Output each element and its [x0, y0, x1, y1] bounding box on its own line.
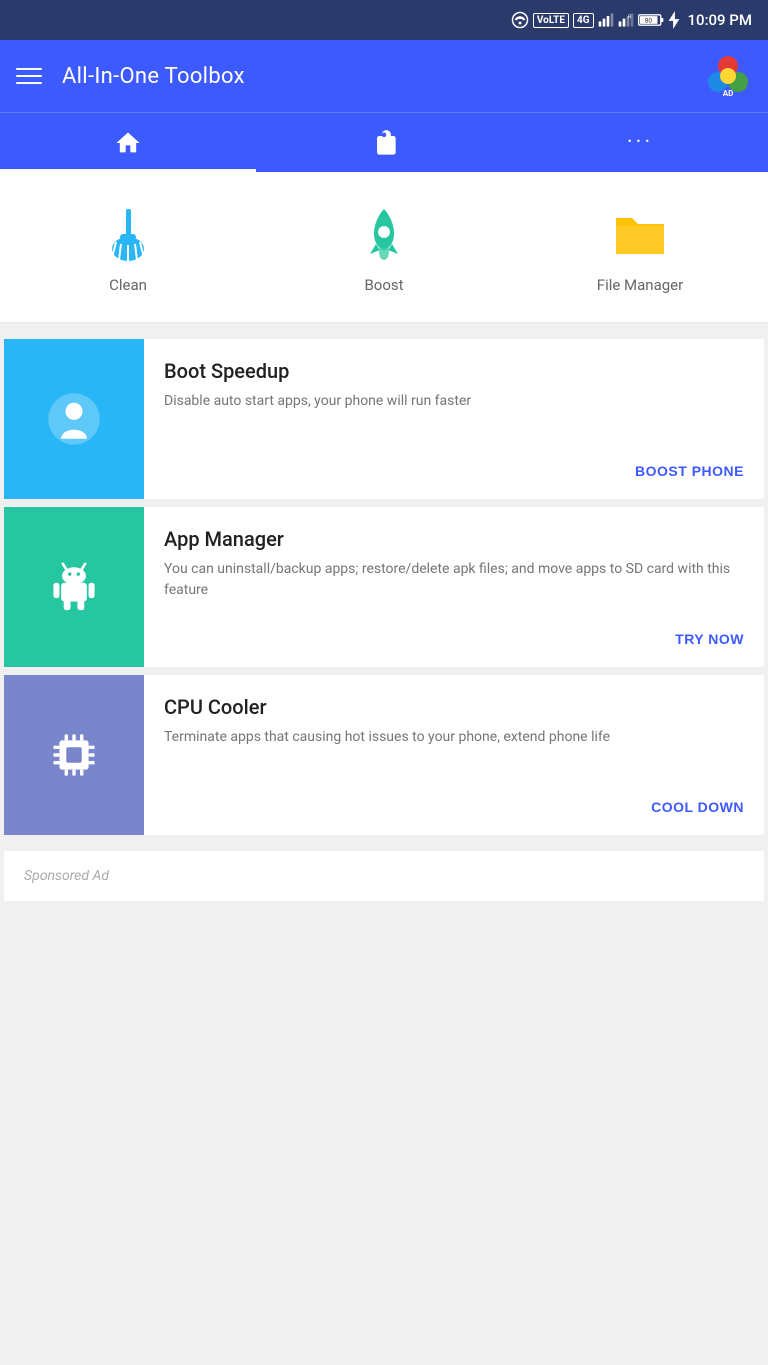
svg-text:80: 80	[644, 17, 652, 25]
app-manager-card: App Manager You can uninstall/backup app…	[4, 507, 764, 667]
signal-r-icon: R	[618, 12, 634, 28]
boot-speedup-action: BOOST PHONE	[164, 459, 744, 483]
nav-tabs: ···	[0, 112, 768, 172]
app-manager-icon-bg[interactable]	[4, 507, 144, 667]
svg-text:AD: AD	[723, 89, 734, 98]
cpu-cooler-title: CPU Cooler	[164, 695, 744, 719]
toolbar: All-In-One Toolbox AD	[0, 40, 768, 112]
tab-more[interactable]: ···	[512, 113, 768, 172]
cpu-cooler-icon	[44, 725, 104, 785]
try-now-button[interactable]: TRY NOW	[675, 627, 744, 651]
pinwheel-svg: AD	[706, 54, 750, 98]
cards-container: Boot Speedup Disable auto start apps, yo…	[0, 323, 768, 851]
boost-icon-container	[352, 202, 416, 266]
wifi-icon	[511, 11, 529, 29]
app-manager-title: App Manager	[164, 527, 744, 551]
boot-speedup-content: Boot Speedup Disable auto start apps, yo…	[144, 339, 764, 499]
quick-action-clean[interactable]: Clean	[0, 202, 256, 294]
4g-badge: 4G	[573, 13, 594, 28]
boot-speedup-icon-bg[interactable]	[4, 339, 144, 499]
cpu-cooler-content: CPU Cooler Terminate apps that causing h…	[144, 675, 764, 835]
battery-icon: 80	[638, 12, 664, 28]
quick-action-file-manager[interactable]: File Manager	[512, 202, 768, 294]
quick-actions: Clean Boost File Manager	[0, 172, 768, 323]
boost-phone-button[interactable]: BOOST PHONE	[635, 459, 744, 483]
ad-icon[interactable]: AD	[704, 52, 752, 100]
status-time: 10:09 PM	[688, 11, 752, 29]
file-manager-icon-container	[608, 202, 672, 266]
quick-action-boost[interactable]: Boost	[256, 202, 512, 294]
cpu-cooler-icon-bg[interactable]	[4, 675, 144, 835]
file-manager-label: File Manager	[597, 276, 683, 294]
app-title: All-In-One Toolbox	[62, 64, 704, 89]
app-manager-action: TRY NOW	[164, 627, 744, 651]
status-bar: VoLTE 4G R 80 10:09 PM	[0, 0, 768, 40]
home-icon	[114, 129, 142, 157]
more-dots: ···	[627, 130, 653, 155]
volte-badge: VoLTE	[533, 13, 569, 28]
file-manager-icon	[610, 204, 670, 264]
boot-speedup-description: Disable auto start apps, your phone will…	[164, 391, 744, 412]
cpu-cooler-description: Terminate apps that causing hot issues t…	[164, 727, 744, 748]
boot-speedup-card: Boot Speedup Disable auto start apps, yo…	[4, 339, 764, 499]
charging-icon	[668, 11, 680, 29]
signal-icon	[598, 12, 614, 28]
clean-icon-container	[96, 202, 160, 266]
app-manager-description: You can uninstall/backup apps; restore/d…	[164, 559, 744, 601]
boost-icon	[354, 204, 414, 264]
boot-speedup-icon	[44, 389, 104, 449]
boost-label: Boost	[364, 276, 403, 294]
status-icons: VoLTE 4G R 80 10:09 PM	[511, 11, 752, 29]
boot-speedup-title: Boot Speedup	[164, 359, 744, 383]
briefcase-icon	[370, 129, 398, 157]
cpu-cooler-action: COOL DOWN	[164, 795, 744, 819]
tab-briefcase[interactable]	[256, 113, 512, 172]
app-manager-content: App Manager You can uninstall/backup app…	[144, 507, 764, 667]
clean-icon	[98, 204, 158, 264]
clean-label: Clean	[109, 276, 147, 294]
menu-button[interactable]	[16, 68, 42, 84]
cool-down-button[interactable]: COOL DOWN	[651, 795, 744, 819]
sponsored-ad: Sponsored Ad	[4, 851, 764, 901]
sponsored-label: Sponsored Ad	[24, 868, 109, 884]
cpu-cooler-card: CPU Cooler Terminate apps that causing h…	[4, 675, 764, 835]
app-manager-icon	[44, 557, 104, 617]
tab-home[interactable]	[0, 113, 256, 172]
